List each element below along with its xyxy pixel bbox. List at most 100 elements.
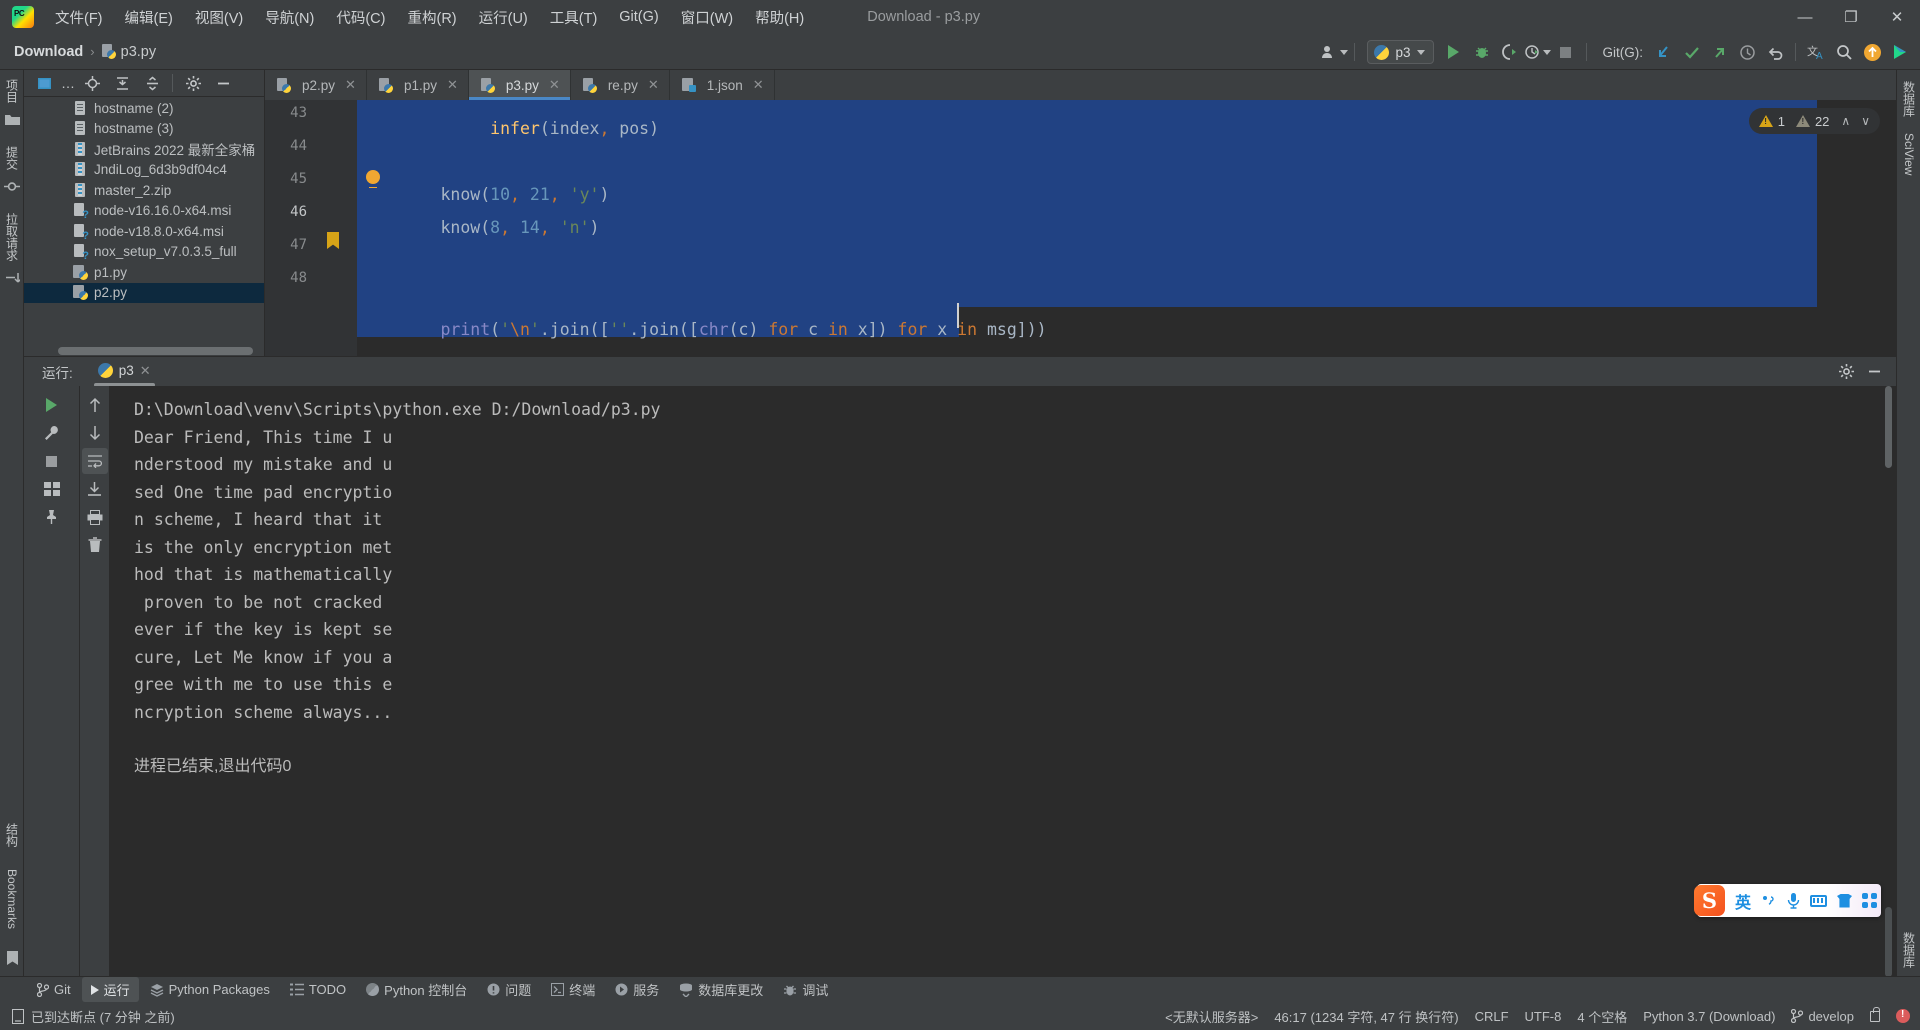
list-item[interactable]: node-v18.8.0-x64.msi [24, 221, 264, 242]
intention-bulb-icon[interactable] [366, 170, 380, 188]
menu-tools[interactable]: 工具(T) [539, 4, 609, 31]
select-opened-file-icon[interactable] [30, 69, 58, 97]
status-server[interactable]: <无默认服务器> [1165, 1007, 1258, 1026]
menu-edit[interactable]: 编辑(E) [114, 4, 184, 31]
toolwin-python-packages[interactable]: Python Packages [141, 979, 279, 1000]
run-coverage-button[interactable] [1496, 38, 1524, 66]
breadcrumb-project[interactable]: Download [14, 44, 83, 60]
locate-icon[interactable] [78, 69, 106, 97]
account-icon[interactable] [1320, 38, 1348, 66]
list-item[interactable]: nox_setup_v7.0.3.5_full [24, 242, 264, 262]
sidebar-item-bookmarks[interactable]: Bookmarks [0, 864, 24, 934]
sidebar-item-database[interactable]: 数据库 [1897, 76, 1920, 122]
toolwin-git[interactable]: Git [28, 979, 80, 1000]
skin-icon[interactable] [1837, 893, 1853, 908]
menu-refactor[interactable]: 重构(R) [396, 4, 467, 31]
git-rollback-icon[interactable] [1761, 38, 1789, 66]
toolwin-todo[interactable]: TODO [281, 979, 355, 1000]
stop-icon[interactable] [39, 448, 65, 474]
run-console-output[interactable]: D:\Download\venv\Scripts\python.exe D:/D… [110, 386, 1896, 981]
close-icon[interactable]: ✕ [345, 77, 356, 93]
toolwin-terminal[interactable]: 终端 [542, 977, 604, 1002]
up-arrow-icon[interactable] [82, 392, 108, 418]
menu-help[interactable]: 帮助(H) [744, 4, 815, 31]
hide-panel-icon[interactable] [209, 69, 237, 97]
git-commit-icon[interactable] [1677, 38, 1705, 66]
breadcrumb-file[interactable]: p3.py [121, 44, 156, 60]
menu-navigate[interactable]: 导航(N) [254, 4, 325, 31]
ime-mode-button[interactable]: 英 [1735, 889, 1751, 913]
editor-tab-1json[interactable]: 1.json ✕ [670, 70, 775, 100]
menu-window[interactable]: 窗口(W) [670, 4, 744, 31]
status-indent[interactable]: 4 个空格 [1577, 1007, 1627, 1026]
chevron-down-icon[interactable]: ∨ [1861, 114, 1870, 128]
close-icon[interactable]: ✕ [140, 363, 151, 379]
git-push-icon[interactable] [1705, 38, 1733, 66]
editor-tab-p2[interactable]: p2.py ✕ [265, 70, 367, 100]
inspection-widget[interactable]: 1 22 ∧ ∨ [1748, 108, 1880, 134]
editor-tab-p3[interactable]: p3.py ✕ [468, 70, 571, 100]
soft-wrap-icon[interactable] [81, 448, 108, 474]
code-editor[interactable]: 43 44 45 46 47 48 infer(index, pos) know… [265, 100, 1920, 356]
close-icon[interactable]: ✕ [648, 77, 659, 93]
collapse-all-icon[interactable] [108, 69, 136, 97]
toolbox-icon[interactable] [1862, 893, 1877, 908]
error-icon[interactable] [1896, 1009, 1910, 1023]
status-line-separator[interactable]: CRLF [1475, 1009, 1509, 1024]
pull-request-icon[interactable] [0, 266, 24, 289]
list-item[interactable]: p2.py [24, 282, 264, 303]
trash-icon[interactable] [82, 532, 108, 558]
scroll-to-end-icon[interactable] [82, 476, 108, 502]
upload-icon[interactable] [1858, 38, 1886, 66]
toolwin-debug[interactable]: 调试 [774, 977, 837, 1002]
status-message-area[interactable]: 已到达断点 (7 分钟 之前) [12, 1007, 175, 1026]
console-scroll-track[interactable] [1885, 907, 1892, 977]
close-icon[interactable]: ✕ [753, 77, 764, 93]
list-item[interactable]: hostname (2) [24, 98, 264, 119]
keyboard-icon[interactable] [1810, 894, 1828, 907]
menu-view[interactable]: 视图(V) [184, 4, 254, 31]
maximize-button[interactable]: ❐ [1828, 0, 1874, 34]
status-branch[interactable]: develop [1791, 1009, 1854, 1024]
expand-all-icon[interactable] [138, 69, 166, 97]
list-item[interactable]: hostname (3) [24, 119, 264, 140]
menu-run[interactable]: 运行(U) [468, 4, 539, 31]
punctuation-icon[interactable] [1761, 894, 1777, 908]
editor-tab-p1[interactable]: p1.py ✕ [367, 70, 469, 100]
search-icon[interactable] [1830, 38, 1858, 66]
debug-button[interactable] [1468, 38, 1496, 66]
profile-button[interactable] [1524, 38, 1552, 66]
translate-icon[interactable]: 文A [1802, 38, 1830, 66]
console-vertical-scrollbar[interactable] [1885, 386, 1892, 468]
gear-icon[interactable] [1832, 358, 1860, 386]
stop-button[interactable] [1552, 38, 1580, 66]
folder-icon[interactable] [0, 108, 24, 131]
hide-panel-icon[interactable] [1860, 358, 1888, 386]
project-tree[interactable]: hostname (2) hostname (3) JetBrains 2022… [24, 97, 264, 356]
git-update-icon[interactable] [1649, 38, 1677, 66]
gear-icon[interactable] [179, 69, 207, 97]
list-item[interactable]: JetBrains 2022 最新全家桶 [24, 139, 264, 160]
editor-tab-re[interactable]: re.py ✕ [571, 70, 670, 100]
toolwin-services[interactable]: 服务 [606, 977, 668, 1002]
sidebar-item-pull-requests[interactable]: 拉取请求 [0, 208, 24, 266]
toolwin-run[interactable]: 运行 [81, 977, 139, 1002]
plugin-icon[interactable] [1886, 38, 1914, 66]
sidebar-item-commit[interactable]: 提交 [0, 141, 24, 175]
close-icon[interactable]: ✕ [447, 77, 458, 93]
chevron-up-icon[interactable]: ∧ [1841, 114, 1850, 128]
layout-icon[interactable] [39, 476, 65, 502]
list-item[interactable]: JndiLog_6d3b9df04c4 [24, 160, 264, 181]
menu-code[interactable]: 代码(C) [325, 4, 396, 31]
sidebar-item-notifications-label[interactable]: 数据库 [1901, 932, 1918, 968]
print-icon[interactable] [82, 504, 108, 530]
run-configuration-selector[interactable]: p3 [1367, 40, 1434, 64]
sidebar-item-structure[interactable]: 结构 [0, 818, 24, 852]
status-caret-position[interactable]: 46:17 (1234 字符, 47 行 换行符) [1274, 1007, 1458, 1026]
pin-icon[interactable] [39, 504, 65, 530]
minimize-button[interactable]: — [1782, 0, 1828, 34]
more-options-icon[interactable]: … [60, 69, 76, 97]
menu-file[interactable]: 文件(F) [44, 4, 114, 31]
code-pane[interactable]: infer(index, pos) know(10, 21, 'y') know… [357, 100, 1920, 356]
microphone-icon[interactable] [1787, 892, 1800, 909]
